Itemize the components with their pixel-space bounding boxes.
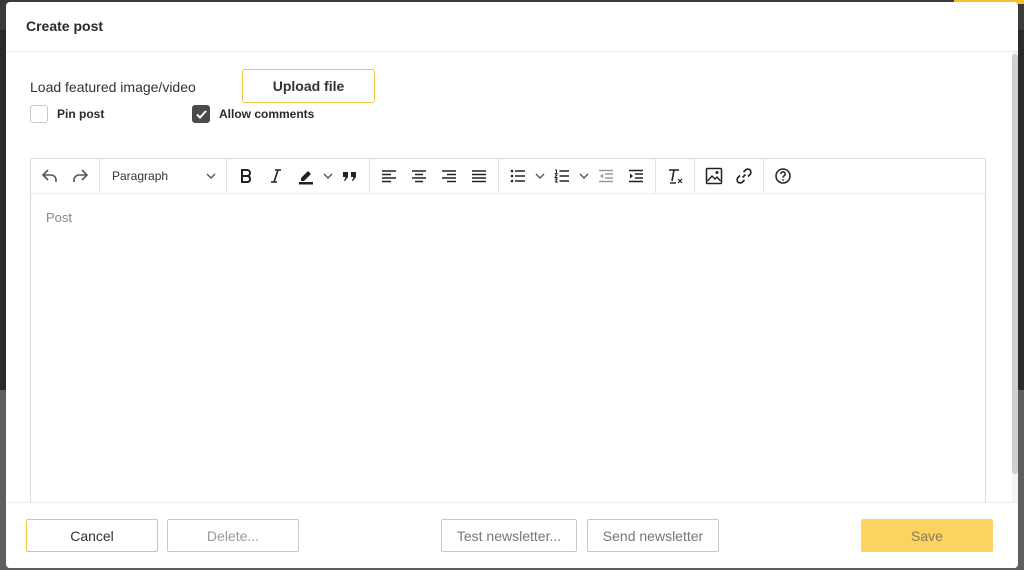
align-center-icon	[412, 170, 426, 183]
align-justify-icon	[472, 170, 486, 183]
history-group	[31, 159, 100, 193]
indent-icon	[629, 169, 643, 183]
create-post-modal: Create post Load featured image/video Up…	[6, 2, 1018, 568]
outdent-icon	[599, 169, 613, 183]
heading-group: Paragraph	[100, 159, 227, 193]
send-newsletter-button[interactable]: Send newsletter	[587, 519, 719, 552]
outdent-button[interactable]	[591, 162, 621, 190]
highlight-icon	[299, 171, 313, 185]
bold-button[interactable]	[231, 162, 261, 190]
highlight-dropdown[interactable]	[321, 162, 335, 190]
blockquote-icon	[343, 172, 356, 181]
scrollbar-thumb[interactable]	[1012, 54, 1018, 474]
alignment-group	[370, 159, 499, 193]
bulleted-list-dropdown[interactable]	[533, 162, 547, 190]
allow-comments-label: Allow comments	[219, 107, 315, 121]
bulleted-list-button[interactable]	[503, 162, 533, 190]
editor-toolbar: Paragraph	[31, 159, 985, 194]
upload-file-button[interactable]: Upload file	[242, 69, 375, 103]
align-justify-button[interactable]	[464, 162, 494, 190]
allow-comments-option[interactable]: Allow comments	[192, 105, 314, 123]
help-button[interactable]	[768, 162, 798, 190]
checkmark-icon	[195, 109, 207, 119]
align-center-button[interactable]	[404, 162, 434, 190]
numbered-list-icon	[554, 169, 569, 183]
modal-footer: Cancel Delete... Test newsletter... Send…	[6, 502, 1018, 568]
pin-post-option[interactable]: Pin post	[30, 105, 104, 123]
pin-post-label: Pin post	[57, 107, 105, 121]
highlight-control	[291, 162, 335, 190]
clear-format-group	[656, 159, 695, 193]
highlight-button[interactable]	[291, 162, 321, 190]
bulleted-list-icon	[510, 169, 525, 183]
redo-button[interactable]	[65, 162, 95, 190]
align-left-button[interactable]	[374, 162, 404, 190]
chevron-down-icon	[535, 173, 545, 179]
backdrop-right	[1018, 30, 1024, 390]
post-placeholder: Post	[46, 210, 73, 225]
bulleted-list-control	[503, 162, 547, 190]
align-left-icon	[382, 170, 396, 183]
image-icon	[705, 167, 723, 185]
help-group	[764, 159, 802, 193]
format-group	[227, 159, 370, 193]
blockquote-button[interactable]	[335, 162, 365, 190]
link-icon	[736, 168, 752, 184]
help-icon	[775, 168, 791, 184]
numbered-list-control	[547, 162, 591, 190]
undo-button[interactable]	[35, 162, 65, 190]
remove-format-button[interactable]	[660, 162, 690, 190]
chevron-down-icon	[579, 173, 589, 179]
save-button[interactable]: Save	[861, 519, 993, 552]
allow-comments-checkbox[interactable]	[192, 105, 210, 123]
rich-text-editor: Paragraph Post	[30, 158, 986, 518]
post-body-input[interactable]: Post	[31, 194, 985, 514]
paragraph-select[interactable]: Paragraph	[104, 162, 222, 190]
delete-button[interactable]: Delete...	[167, 519, 299, 552]
chevron-down-icon	[323, 173, 333, 179]
remove-format-icon	[669, 169, 683, 184]
italic-button[interactable]	[261, 162, 291, 190]
insert-link-button[interactable]	[729, 162, 759, 190]
modal-header: Create post	[6, 2, 1018, 52]
modal-title: Create post	[26, 18, 104, 34]
pin-post-checkbox[interactable]	[30, 105, 48, 123]
chevron-down-icon	[206, 173, 216, 179]
numbered-list-dropdown[interactable]	[577, 162, 591, 190]
undo-icon	[41, 169, 57, 182]
insert-group	[695, 159, 764, 193]
paragraph-select-label: Paragraph	[112, 169, 169, 183]
redo-icon	[73, 169, 89, 182]
numbered-list-button[interactable]	[547, 162, 577, 190]
list-group	[499, 159, 656, 193]
indent-button[interactable]	[621, 162, 651, 190]
italic-icon	[271, 169, 281, 183]
insert-image-button[interactable]	[699, 162, 729, 190]
featured-media-label: Load featured image/video	[30, 79, 196, 95]
align-right-icon	[442, 170, 456, 183]
test-newsletter-button[interactable]: Test newsletter...	[441, 519, 577, 552]
bold-icon	[241, 169, 252, 183]
align-right-button[interactable]	[434, 162, 464, 190]
cancel-button[interactable]: Cancel	[26, 519, 158, 552]
